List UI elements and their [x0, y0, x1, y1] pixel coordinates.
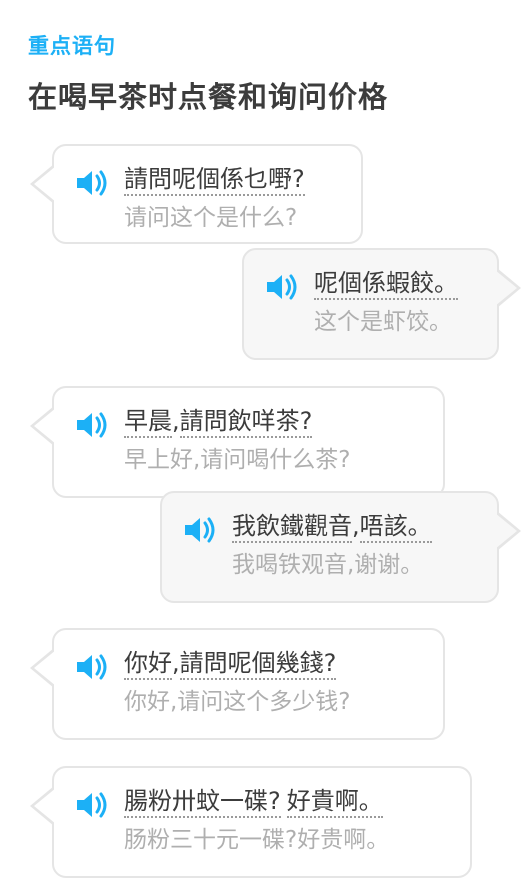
cantonese-text: 呢個係蝦餃。	[314, 266, 458, 300]
speaker-icon[interactable]	[182, 515, 218, 545]
speaker-icon[interactable]	[74, 410, 110, 440]
page-title: 在喝早茶时点餐和询问价格	[28, 80, 389, 114]
section-label: 重点语句	[28, 34, 116, 58]
cantonese-text: 請問呢個係乜嘢?	[124, 162, 305, 196]
mandarin-text: 请问这个是什么?	[124, 205, 298, 231]
speaker-icon[interactable]	[74, 790, 110, 820]
speaker-icon[interactable]	[74, 652, 110, 682]
cantonese-text: 早晨,請問飲咩茶?	[124, 404, 313, 438]
speaker-icon[interactable]	[264, 272, 300, 302]
speaker-icon[interactable]	[74, 168, 110, 198]
dialog-bubble-3: 早晨,請問飲咩茶? 早上好,请问喝什么茶?	[30, 386, 445, 498]
cantonese-text: 腸粉卅蚊一碟? 好貴啊。	[124, 784, 383, 818]
dialog-bubble-2: 呢個係蝦餃。 这个是虾饺。	[242, 248, 521, 360]
dialog-bubble-5: 你好,請問呢個幾錢? 你好,请问这个多少钱?	[30, 628, 445, 740]
mandarin-text: 这个是虾饺。	[314, 309, 452, 335]
phrase-page: 重点语句 在喝早茶时点餐和询问价格 請問呢個係乜嘢? 请问这个是什么? 呢個係蝦…	[0, 0, 527, 887]
mandarin-text: 早上好,请问喝什么茶?	[124, 447, 351, 473]
cantonese-text: 我飲鐵觀音,唔該。	[232, 509, 432, 543]
dialog-bubble-6: 腸粉卅蚊一碟? 好貴啊。 肠粉三十元一碟?好贵啊。	[30, 766, 472, 878]
mandarin-text: 我喝铁观音,谢谢。	[232, 552, 424, 578]
mandarin-text: 肠粉三十元一碟?好贵啊。	[124, 827, 390, 853]
dialog-bubble-1: 請問呢個係乜嘢? 请问这个是什么?	[30, 144, 363, 244]
cantonese-text: 你好,請問呢個幾錢?	[124, 646, 337, 680]
dialog-bubble-4: 我飲鐵觀音,唔該。 我喝铁观音,谢谢。	[160, 491, 521, 603]
mandarin-text: 你好,请问这个多少钱?	[124, 689, 351, 715]
